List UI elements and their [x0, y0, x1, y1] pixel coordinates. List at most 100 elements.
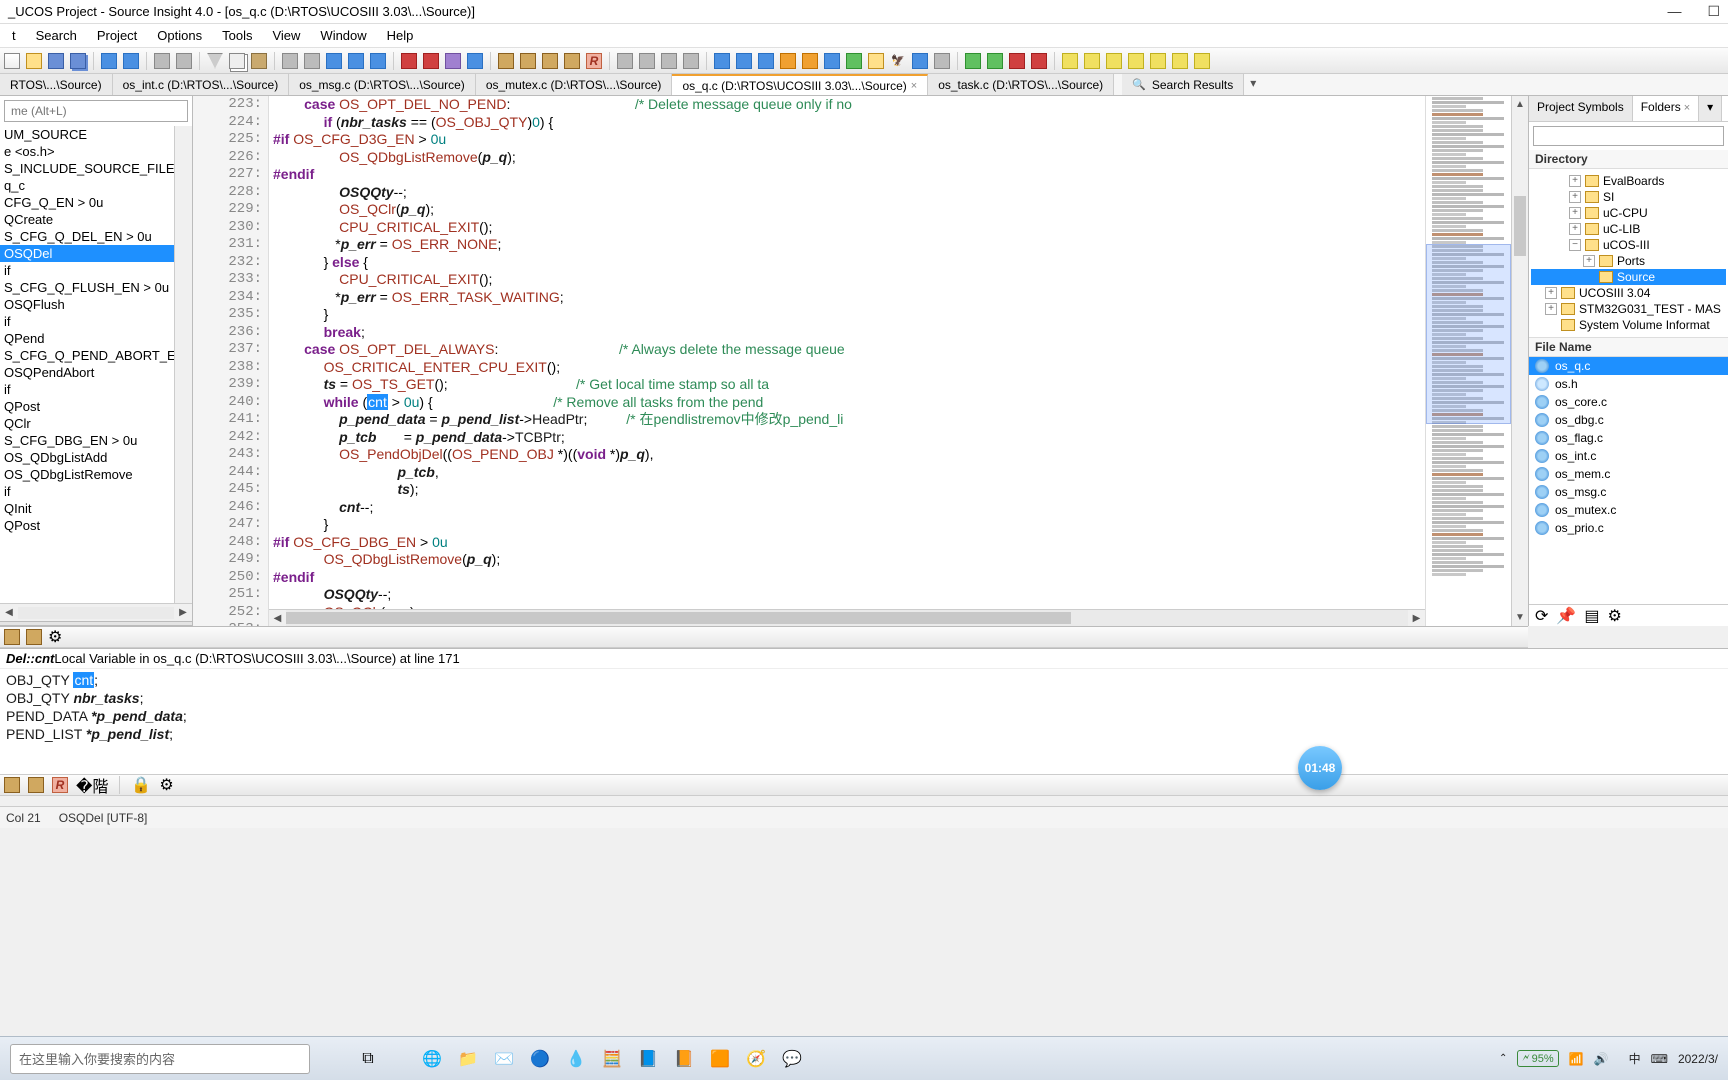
word-icon[interactable]: 📘: [634, 1045, 662, 1073]
menu-tools[interactable]: Tools: [212, 28, 262, 43]
tab-search-results[interactable]: Search Results: [1122, 74, 1244, 95]
book2-icon[interactable]: [28, 777, 44, 793]
folder-filter-input[interactable]: [1533, 126, 1724, 146]
minimap-viewport[interactable]: [1426, 244, 1511, 424]
editor-tab[interactable]: RTOS\...\Source): [0, 74, 113, 95]
relation-button[interactable]: R: [584, 51, 604, 71]
keyboard-icon[interactable]: ⌨: [1651, 1052, 1668, 1066]
gear-icon[interactable]: ⚙: [159, 775, 173, 795]
mail-icon[interactable]: ✉️: [490, 1045, 518, 1073]
edge-icon[interactable]: 🌐: [418, 1045, 446, 1073]
open-file-button[interactable]: [24, 51, 44, 71]
new-file-button[interactable]: [2, 51, 22, 71]
tree-item[interactable]: +EvalBoards: [1531, 173, 1726, 189]
gear-icon[interactable]: ⚙: [48, 627, 62, 647]
menu-window[interactable]: Window: [310, 28, 376, 43]
file-list[interactable]: os_q.cos.hos_core.cos_dbg.cos_flag.cos_i…: [1529, 357, 1728, 604]
cortana-icon[interactable]: [318, 1045, 346, 1073]
indent-x-button[interactable]: [1029, 51, 1049, 71]
refresh-icon[interactable]: ⟳: [1535, 606, 1548, 626]
layout1-button[interactable]: [615, 51, 635, 71]
hl-c-button[interactable]: [1104, 51, 1124, 71]
go9-button[interactable]: [910, 51, 930, 71]
menu-view[interactable]: View: [262, 28, 310, 43]
symbol-item[interactable]: e <os.h>: [0, 143, 192, 160]
go10-button[interactable]: [932, 51, 952, 71]
tab-more[interactable]: ▾: [1699, 96, 1722, 121]
redo-button[interactable]: [174, 51, 194, 71]
symbol-item[interactable]: QCreate: [0, 211, 192, 228]
close-icon[interactable]: ×: [911, 80, 917, 92]
hl-b-button[interactable]: [1082, 51, 1102, 71]
save-button[interactable]: [46, 51, 66, 71]
file-item[interactable]: os_prio.c: [1529, 519, 1728, 537]
layout3-button[interactable]: [659, 51, 679, 71]
hl-d-button[interactable]: [1126, 51, 1146, 71]
minimap[interactable]: [1425, 96, 1511, 626]
symbol-item[interactable]: OSQFlush: [0, 296, 192, 313]
book-icon[interactable]: [4, 629, 20, 645]
file-item[interactable]: os.h: [1529, 375, 1728, 393]
symbol-item[interactable]: QPend: [0, 330, 192, 347]
hl-e-button[interactable]: [1148, 51, 1168, 71]
tree-item[interactable]: −uCOS-III: [1531, 237, 1726, 253]
menu-search[interactable]: Search: [26, 28, 87, 43]
editor-vscroll[interactable]: ▲ ▼: [1511, 96, 1528, 626]
tab-project-symbols[interactable]: Project Symbols: [1529, 96, 1633, 121]
file-item[interactable]: os_q.c: [1529, 357, 1728, 375]
taskview-icon[interactable]: ⧉: [354, 1045, 382, 1073]
hl-f-button[interactable]: [1170, 51, 1190, 71]
maximize-button[interactable]: ☐: [1707, 3, 1720, 20]
tab-folders[interactable]: Folders×: [1633, 96, 1699, 121]
book1-button[interactable]: [496, 51, 516, 71]
sync2-button[interactable]: [121, 51, 141, 71]
tree-item[interactable]: +uC-LIB: [1531, 221, 1726, 237]
sound-icon[interactable]: 🔊: [1594, 1052, 1609, 1066]
symbol-hscroll[interactable]: ◀▶: [0, 603, 192, 621]
go1-button[interactable]: [712, 51, 732, 71]
editor[interactable]: 223: 224: 225: 226: 227: 228: 229: 230: …: [193, 96, 1528, 626]
symbol-item[interactable]: UM_SOURCE: [0, 126, 192, 143]
tree-item[interactable]: +SI: [1531, 189, 1726, 205]
ppt-icon[interactable]: 📙: [670, 1045, 698, 1073]
symbol-item[interactable]: S_INCLUDE_SOURCE_FILE_NA: [0, 160, 192, 177]
symbol-item[interactable]: QClr: [0, 415, 192, 432]
symbol-item[interactable]: S_CFG_DBG_EN > 0u: [0, 432, 192, 449]
tool-e-button[interactable]: [368, 51, 388, 71]
tree-item[interactable]: +Ports: [1531, 253, 1726, 269]
tree-item[interactable]: +UCOSIII 3.04: [1531, 285, 1726, 301]
tool-d-button[interactable]: [346, 51, 366, 71]
editor-hscroll[interactable]: ◀▶: [269, 609, 1425, 626]
list-icon[interactable]: ▤: [1584, 606, 1599, 626]
symbol-item[interactable]: if: [0, 483, 192, 500]
stop-button[interactable]: [399, 51, 419, 71]
menu-options[interactable]: Options: [147, 28, 212, 43]
scroll-up-icon[interactable]: ▲: [1512, 96, 1528, 113]
tag-button[interactable]: [465, 51, 485, 71]
symbol-item[interactable]: QPost: [0, 517, 192, 534]
sync-button[interactable]: [99, 51, 119, 71]
menu-t[interactable]: t: [2, 28, 26, 43]
go3-button[interactable]: [756, 51, 776, 71]
editor-tab[interactable]: os_q.c (D:\RTOS\UCOSIII 3.03\...\Source)…: [672, 74, 928, 95]
book3-button[interactable]: [540, 51, 560, 71]
go8-button[interactable]: [866, 51, 886, 71]
paste-button[interactable]: [249, 51, 269, 71]
app-icon[interactable]: 🔵: [526, 1045, 554, 1073]
symbol-item[interactable]: if: [0, 313, 192, 330]
menu-project[interactable]: Project: [87, 28, 147, 43]
go5-button[interactable]: [800, 51, 820, 71]
file-item[interactable]: os_msg.c: [1529, 483, 1728, 501]
wifi-icon[interactable]: 📶: [1569, 1052, 1584, 1066]
file-item[interactable]: os_core.c: [1529, 393, 1728, 411]
tree-item[interactable]: +uC-CPU: [1531, 205, 1726, 221]
book4-button[interactable]: [562, 51, 582, 71]
mark-button[interactable]: [443, 51, 463, 71]
symbol-item[interactable]: S_CFG_Q_FLUSH_EN > 0u: [0, 279, 192, 296]
symbol-item[interactable]: OS_QDbgListAdd: [0, 449, 192, 466]
relation-icon[interactable]: R: [52, 777, 68, 793]
editor-tab[interactable]: os_mutex.c (D:\RTOS\...\Source): [476, 74, 673, 95]
tool-a-button[interactable]: [280, 51, 300, 71]
file-item[interactable]: os_dbg.c: [1529, 411, 1728, 429]
safari-icon[interactable]: 🧭: [742, 1045, 770, 1073]
